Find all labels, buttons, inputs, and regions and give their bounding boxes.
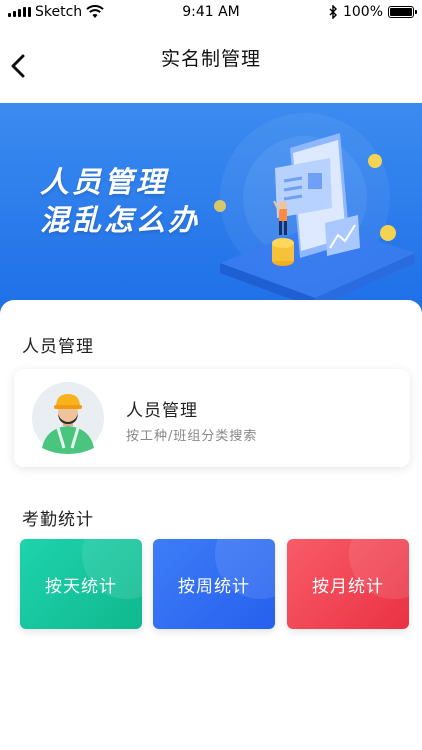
status-bar: Sketch 9:41 AM 100% [0, 0, 422, 24]
banner-headline: 人员管理 混乱怎么办 [40, 163, 200, 239]
carrier-label: Sketch [35, 4, 83, 20]
banner[interactable]: 人员管理 混乱怎么办 [0, 103, 422, 313]
monthly-stats-label: 按月统计 [312, 576, 384, 597]
status-right: 100% [328, 4, 417, 20]
banner-illustration [214, 113, 415, 308]
personnel-management-card[interactable]: 人员管理 按工种/班组分类搜索 [14, 369, 410, 467]
wifi-icon [86, 5, 104, 18]
monthly-stats-button[interactable]: 按月统计 [287, 539, 409, 629]
worker-avatar-icon [32, 382, 104, 454]
banner-line-2: 混乱怎么办 [40, 203, 201, 237]
daily-stats-label: 按天统计 [45, 576, 117, 597]
chevron-left-icon [11, 54, 25, 78]
banner-line-1: 人员管理 [40, 165, 169, 199]
card-title: 人员管理 [126, 401, 198, 421]
back-button[interactable] [4, 52, 32, 80]
battery-percent: 100% [342, 4, 383, 20]
signal-icon [8, 7, 31, 17]
weekly-stats-button[interactable]: 按周统计 [153, 539, 275, 629]
page-title: 实名制管理 [160, 47, 261, 70]
content-sheet: 人员管理 人员管理 按工种/班组分类搜索 考勤统计 按天统计 按周统计 按月统计 [0, 300, 422, 750]
battery-icon [388, 6, 417, 18]
attendance-section-title: 考勤统计 [22, 510, 94, 530]
card-subtitle: 按工种/班组分类搜索 [126, 429, 258, 444]
bluetooth-icon [329, 5, 337, 19]
status-left: Sketch [8, 4, 104, 20]
navigation-bar: 实名制管理 [0, 24, 422, 104]
personnel-section-title: 人员管理 [22, 337, 94, 357]
weekly-stats-label: 按周统计 [178, 576, 250, 597]
daily-stats-button[interactable]: 按天统计 [20, 539, 142, 629]
